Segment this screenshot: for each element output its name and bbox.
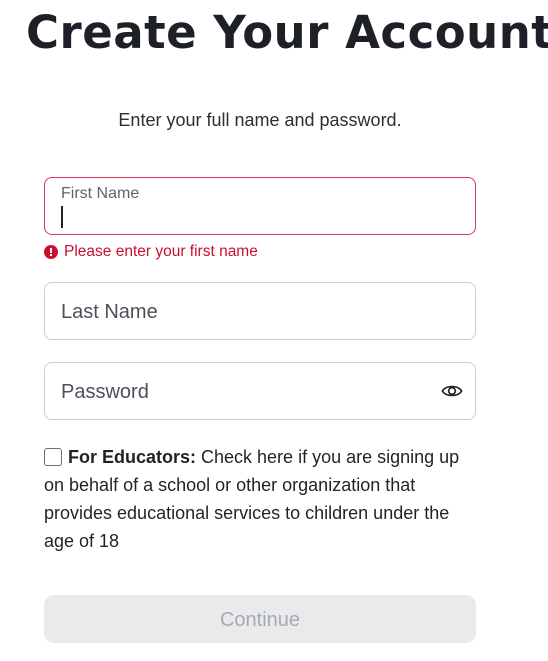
password-placeholder: Password <box>61 381 149 403</box>
first-name-label: First Name <box>61 185 140 202</box>
continue-button[interactable]: Continue <box>44 595 476 643</box>
create-account-page: Create Your Account Enter your full name… <box>0 0 548 661</box>
error-icon <box>44 245 58 259</box>
last-name-field[interactable]: Last Name <box>44 282 476 340</box>
educator-checkbox[interactable] <box>44 448 62 466</box>
page-subtitle: Enter your full name and password. <box>118 110 402 130</box>
educator-label-bold: For Educators: <box>68 447 197 467</box>
last-name-placeholder: Last Name <box>61 301 158 323</box>
first-name-error-text: Please enter your first name <box>64 243 258 260</box>
first-name-error: Please enter your first name <box>44 243 258 261</box>
text-caret <box>61 206 63 228</box>
page-title: Create Your Account <box>26 6 548 59</box>
password-field[interactable]: Password <box>44 362 476 420</box>
educator-option: For Educators: Check here if you are sig… <box>44 443 484 555</box>
eye-icon[interactable] <box>441 382 463 400</box>
first-name-field[interactable]: First Name <box>44 177 476 235</box>
